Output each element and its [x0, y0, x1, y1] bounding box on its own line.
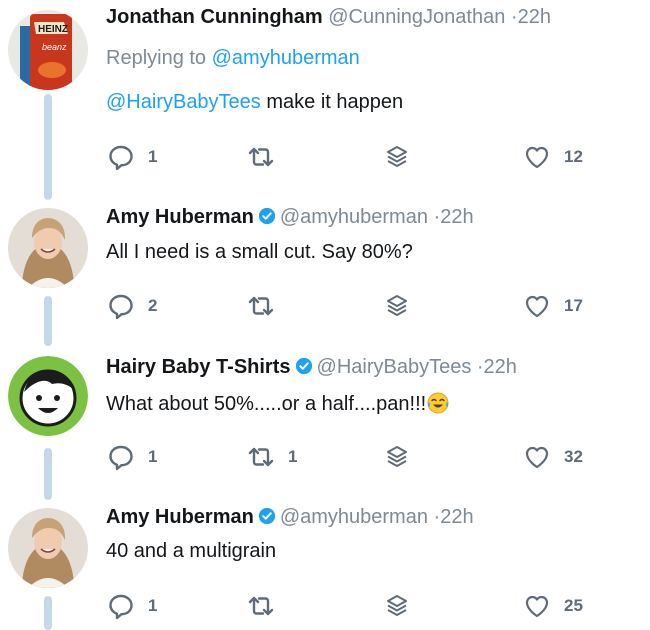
tweet[interactable]: Amy Huberman @amyhuberman ·22h 40 and a m…	[0, 500, 650, 630]
retweet-icon	[246, 442, 276, 472]
replying-to: Replying to @amyhuberman	[106, 47, 360, 70]
retweet-icon	[246, 591, 276, 621]
author-handle[interactable]: @amyhuberman	[280, 206, 428, 228]
author-handle[interactable]: @HairyBabyTees	[317, 356, 472, 378]
author-name[interactable]: Hairy Baby T-Shirts	[106, 356, 291, 378]
like-count: 32	[564, 447, 583, 466]
reply-mention-link[interactable]: @amyhuberman	[212, 47, 360, 69]
like-count: 12	[564, 147, 583, 166]
amy-avatar-icon	[8, 208, 88, 288]
avatar[interactable]	[8, 208, 88, 288]
tweet-text: All I need is a small cut. Say 80%?	[106, 241, 413, 263]
author-name[interactable]: Jonathan Cunningham	[106, 6, 323, 28]
tweet-body: What about 50%.....or a half....pan!!!	[106, 393, 427, 415]
author-handle[interactable]: @amyhuberman	[280, 506, 428, 528]
avatar[interactable]	[8, 508, 88, 588]
heart-icon	[522, 142, 552, 172]
tweet-header: Amy Huberman @amyhuberman ·22h	[106, 206, 474, 229]
tears-of-joy-emoji-icon	[427, 392, 449, 414]
stack-icon	[382, 142, 412, 172]
verified-badge-icon	[258, 507, 276, 525]
tweet[interactable]: HEINZ beanz Jonathan Cunningham @Cunning…	[0, 0, 650, 200]
tweet-header: Amy Huberman @amyhuberman ·22h	[106, 506, 474, 529]
reply-icon	[106, 291, 136, 321]
tweet-actions: 2 17	[106, 291, 626, 321]
like-count: 25	[564, 596, 583, 615]
retweet-icon	[246, 291, 276, 321]
like-button[interactable]: 12	[522, 142, 583, 172]
retweet-button[interactable]	[246, 591, 288, 621]
avatar[interactable]	[8, 356, 88, 436]
stack-icon	[382, 291, 412, 321]
share-button[interactable]	[382, 291, 412, 321]
tweet[interactable]: Amy Huberman @amyhuberman ·22h All I need…	[0, 200, 650, 350]
reply-button[interactable]: 1	[106, 142, 157, 172]
retweet-button[interactable]	[246, 142, 288, 172]
retweet-button[interactable]	[246, 291, 288, 321]
tweet-header: Jonathan Cunningham @CunningJonathan ·22…	[106, 6, 551, 29]
author-name[interactable]: Amy Huberman	[106, 506, 254, 528]
like-count: 17	[564, 296, 583, 315]
tweet-actions: 1 25	[106, 591, 626, 621]
reply-count: 1	[148, 147, 158, 166]
tweet[interactable]: Hairy Baby T-Shirts @HairyBabyTees ·22h W…	[0, 350, 650, 500]
share-button[interactable]	[382, 591, 412, 621]
timestamp[interactable]: ·22h	[477, 356, 517, 378]
tweet-actions: 1 1 32	[106, 442, 626, 472]
heinz-beanz-avatar-icon: HEINZ beanz	[8, 10, 88, 90]
like-button[interactable]: 25	[522, 591, 583, 621]
tweet-text: 40 and a multigrain	[106, 540, 277, 562]
retweet-icon	[246, 142, 276, 172]
mention-link[interactable]: @HairyBabyTees	[106, 91, 261, 113]
reply-icon	[106, 591, 136, 621]
timestamp[interactable]: ·22h	[434, 206, 474, 228]
tweet-body: make it happen	[260, 91, 404, 113]
heart-icon	[522, 442, 552, 472]
retweet-count: 1	[288, 447, 298, 466]
author-name[interactable]: Amy Huberman	[106, 206, 254, 228]
stack-icon	[382, 442, 412, 472]
reply-icon	[106, 142, 136, 172]
heart-icon	[522, 291, 552, 321]
verified-badge-icon	[295, 357, 313, 375]
retweet-button[interactable]: 1	[246, 442, 297, 472]
verified-badge-icon	[258, 207, 276, 225]
tweet-header: Hairy Baby T-Shirts @HairyBabyTees ·22h	[106, 356, 517, 379]
reply-button[interactable]: 1	[106, 591, 157, 621]
avatar[interactable]: HEINZ beanz	[8, 10, 88, 90]
stack-icon	[382, 591, 412, 621]
like-button[interactable]: 17	[522, 291, 583, 321]
share-button[interactable]	[382, 142, 412, 172]
reply-button[interactable]: 1	[106, 442, 157, 472]
reply-icon	[106, 442, 136, 472]
svg-text:beanz: beanz	[42, 42, 67, 52]
reply-count: 1	[148, 447, 158, 466]
heart-icon	[522, 591, 552, 621]
reply-button[interactable]: 2	[106, 291, 157, 321]
reply-count: 1	[148, 596, 158, 615]
like-button[interactable]: 32	[522, 442, 583, 472]
share-button[interactable]	[382, 442, 412, 472]
replying-to-label: Replying to	[106, 47, 212, 69]
timestamp[interactable]: ·22h	[434, 506, 474, 528]
timestamp[interactable]: ·22h	[511, 6, 551, 28]
hairy-baby-logo-icon	[8, 356, 88, 436]
svg-text:HEINZ: HEINZ	[38, 24, 68, 35]
tweet-text: What about 50%.....or a half....pan!!!	[106, 391, 450, 416]
reply-count: 2	[148, 296, 158, 315]
tweet-actions: 1 12	[106, 142, 626, 172]
tweet-text: @HairyBabyTees make it happen	[106, 91, 403, 114]
amy-avatar-icon	[8, 508, 88, 588]
author-handle[interactable]: @CunningJonathan	[328, 6, 505, 28]
